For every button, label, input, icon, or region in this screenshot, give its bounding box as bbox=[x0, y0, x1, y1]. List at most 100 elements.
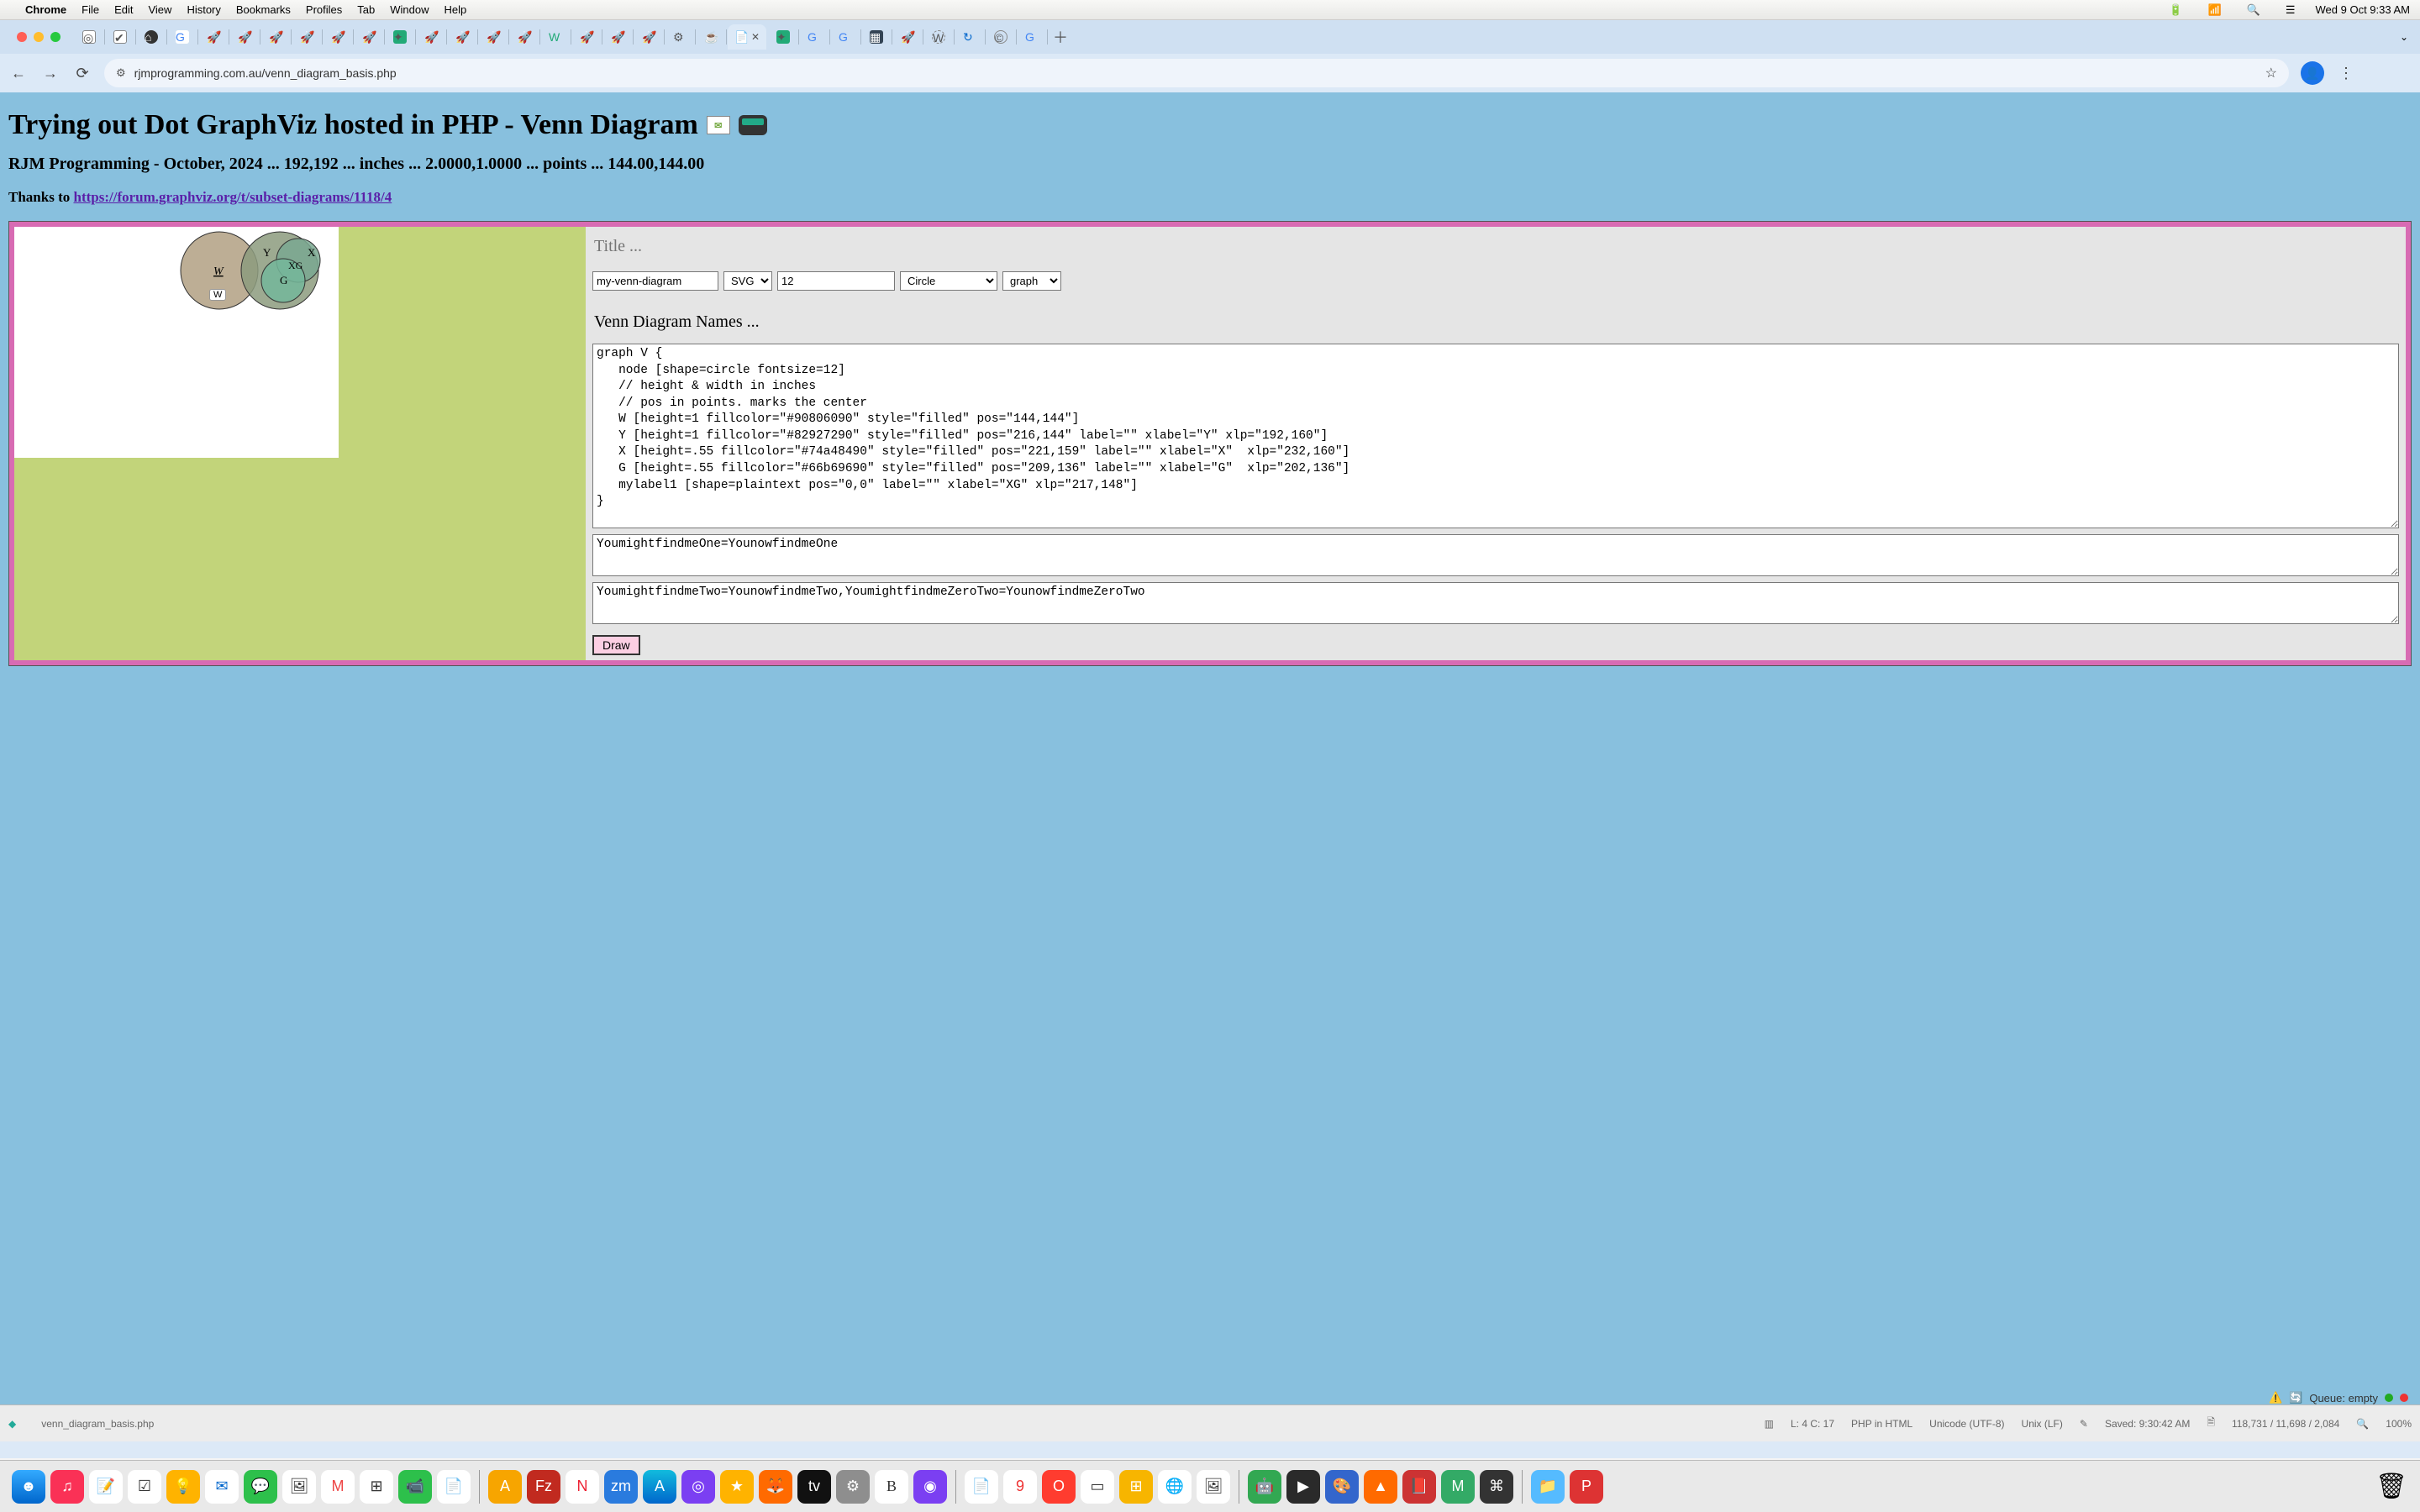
browser-tab[interactable]: W bbox=[924, 24, 953, 50]
browser-tab[interactable]: 🚀 bbox=[292, 24, 321, 50]
shape-select[interactable]: Circle bbox=[900, 271, 997, 291]
browser-tab[interactable]: 🚀 bbox=[893, 24, 922, 50]
dock-app-tips[interactable]: ★ bbox=[720, 1470, 754, 1504]
app-name[interactable]: Chrome bbox=[25, 3, 66, 16]
dock-app-filezilla[interactable]: Fz bbox=[527, 1470, 560, 1504]
menu-window[interactable]: Window bbox=[390, 3, 429, 16]
browser-tab[interactable]: 🚀 bbox=[417, 24, 445, 50]
browser-tab[interactable]: © bbox=[986, 24, 1015, 50]
menu-help[interactable]: Help bbox=[445, 3, 467, 16]
dock-app-podcast2[interactable]: ◉ bbox=[913, 1470, 947, 1504]
reload-button[interactable]: ⟳ bbox=[72, 63, 92, 83]
bookmark-star-icon[interactable]: ☆ bbox=[2265, 65, 2277, 81]
new-tab-button[interactable]: ＋ bbox=[1049, 26, 1072, 48]
browser-tab[interactable]: 🚀 bbox=[448, 24, 476, 50]
encoding-select[interactable]: Unicode (UTF-8) bbox=[1929, 1418, 2004, 1430]
layout-select[interactable]: graph bbox=[1002, 271, 1061, 291]
search-icon[interactable]: 🔍 bbox=[2356, 1418, 2369, 1430]
spotlight-icon[interactable]: 🔍 bbox=[2247, 3, 2260, 17]
browser-tab[interactable]: 🚀 bbox=[634, 24, 663, 50]
dock-app-photos[interactable]: 🖼 bbox=[282, 1470, 316, 1504]
browser-tab[interactable]: G bbox=[800, 24, 829, 50]
dock-app-notes[interactable]: 📝 bbox=[89, 1470, 123, 1504]
menubar-clock[interactable]: Wed 9 Oct 9:33 AM bbox=[2316, 3, 2410, 16]
browser-tab[interactable]: G bbox=[1018, 24, 1046, 50]
dot-source-textarea[interactable] bbox=[592, 344, 2399, 528]
browser-tab-active[interactable]: 📄✕ bbox=[728, 24, 766, 50]
wifi-icon[interactable]: 📶 bbox=[2207, 3, 2221, 17]
panel-toggle-icon[interactable]: ▥ bbox=[1765, 1418, 1774, 1430]
dock-app-dash[interactable]: ⌘ bbox=[1480, 1470, 1513, 1504]
browser-tab[interactable]: ✔ bbox=[106, 24, 134, 50]
browser-tab[interactable]: ◎ bbox=[75, 24, 103, 50]
browser-tab[interactable]: 🚀 bbox=[261, 24, 290, 50]
browser-tab[interactable]: G bbox=[168, 24, 197, 50]
browser-tab[interactable]: 🚀 bbox=[572, 24, 601, 50]
dock-app-textedit[interactable]: 📄 bbox=[437, 1470, 471, 1504]
dock-app-mail[interactable]: ✉ bbox=[205, 1470, 239, 1504]
menu-tab[interactable]: Tab bbox=[357, 3, 375, 16]
thanks-link[interactable]: https://forum.graphviz.org/t/subset-diag… bbox=[73, 189, 392, 205]
browser-tab[interactable]: 🚀 bbox=[199, 24, 228, 50]
menu-history[interactable]: History bbox=[187, 3, 220, 16]
dock-app-tv[interactable]: tv bbox=[797, 1470, 831, 1504]
device-chip-icon[interactable] bbox=[739, 115, 767, 135]
dock-app-messages[interactable]: 💬 bbox=[244, 1470, 277, 1504]
profile-avatar[interactable]: 👤 bbox=[2301, 61, 2324, 85]
forward-button[interactable]: → bbox=[40, 63, 60, 83]
dock-app-firefox[interactable]: 🦊 bbox=[759, 1470, 792, 1504]
dock-app-vlc[interactable]: ▲ bbox=[1364, 1470, 1397, 1504]
dock-app-code[interactable]: ▶ bbox=[1286, 1470, 1320, 1504]
line-ending-select[interactable]: Unix (LF) bbox=[2022, 1418, 2063, 1430]
browser-tab[interactable]: ✦ bbox=[769, 24, 797, 50]
zoom-window-button[interactable] bbox=[50, 32, 60, 42]
dock-app-mamp[interactable]: M bbox=[1441, 1470, 1475, 1504]
dock-app-shortcuts[interactable]: ⊞ bbox=[360, 1470, 393, 1504]
dock-trash-icon[interactable]: 🗑 bbox=[2375, 1470, 2408, 1504]
browser-tab[interactable]: 🚀 bbox=[510, 24, 539, 50]
dock-app-appstore[interactable]: A bbox=[643, 1470, 676, 1504]
dock-app-marked[interactable]: M bbox=[321, 1470, 355, 1504]
menu-profiles[interactable]: Profiles bbox=[306, 3, 342, 16]
dock-app-chrome[interactable]: 🌐 bbox=[1158, 1470, 1192, 1504]
dock-app-music[interactable]: ♫ bbox=[50, 1470, 84, 1504]
browser-tab[interactable]: 🚀 bbox=[355, 24, 383, 50]
browser-tab[interactable]: 🚀 bbox=[324, 24, 352, 50]
fixup-two-textarea[interactable] bbox=[592, 582, 2399, 624]
browser-tab[interactable]: ▦ bbox=[862, 24, 891, 50]
dock-app-grid[interactable]: ⊞ bbox=[1119, 1470, 1153, 1504]
dock-app-pages[interactable]: 📄 bbox=[965, 1470, 998, 1504]
dock-app-pdf[interactable]: 📕 bbox=[1402, 1470, 1436, 1504]
browser-tab[interactable]: 🚀 bbox=[603, 24, 632, 50]
dock-app-zoom[interactable]: zm bbox=[604, 1470, 638, 1504]
address-bar[interactable]: ⚙ rjmprogramming.com.au/venn_diagram_bas… bbox=[104, 59, 2289, 87]
fixup-one-textarea[interactable] bbox=[592, 534, 2399, 576]
dock-app-finder[interactable]: ☻ bbox=[12, 1470, 45, 1504]
zoom-level[interactable]: 100% bbox=[2386, 1418, 2412, 1430]
dock-app-o[interactable]: O bbox=[1042, 1470, 1076, 1504]
menu-bookmarks[interactable]: Bookmarks bbox=[236, 3, 291, 16]
dock-app-android[interactable]: 🤖 bbox=[1248, 1470, 1281, 1504]
browser-tab[interactable]: ☕ bbox=[697, 24, 725, 50]
browser-tab[interactable]: ↻ bbox=[955, 24, 984, 50]
draw-button[interactable]: Draw bbox=[592, 635, 640, 655]
envelope-icon[interactable]: ✉ bbox=[707, 116, 730, 134]
filename-input[interactable] bbox=[592, 271, 718, 291]
browser-tab[interactable]: 🚀 bbox=[230, 24, 259, 50]
dock-app-reminders[interactable]: ☑ bbox=[128, 1470, 161, 1504]
browser-tab[interactable]: 🚀 bbox=[479, 24, 508, 50]
dock-app-podcasts[interactable]: ◎ bbox=[681, 1470, 715, 1504]
dock-app-paint[interactable]: 🎨 bbox=[1325, 1470, 1359, 1504]
dock-app-preview[interactable]: 🖼 bbox=[1197, 1470, 1230, 1504]
browser-tab[interactable]: W bbox=[541, 24, 570, 50]
dock-app-news[interactable]: N bbox=[566, 1470, 599, 1504]
dock-app-facetime[interactable]: 📹 bbox=[398, 1470, 432, 1504]
dock-app-p[interactable]: P bbox=[1570, 1470, 1603, 1504]
menu-view[interactable]: View bbox=[148, 3, 171, 16]
editor-file-tab[interactable]: venn_diagram_basis.php bbox=[41, 1418, 154, 1430]
menu-edit[interactable]: Edit bbox=[114, 3, 133, 16]
dock-app-settings[interactable]: ⚙ bbox=[836, 1470, 870, 1504]
dock-app-a[interactable]: A bbox=[488, 1470, 522, 1504]
close-tab-icon[interactable]: ✕ bbox=[751, 31, 760, 43]
browser-tab[interactable]: G bbox=[831, 24, 860, 50]
